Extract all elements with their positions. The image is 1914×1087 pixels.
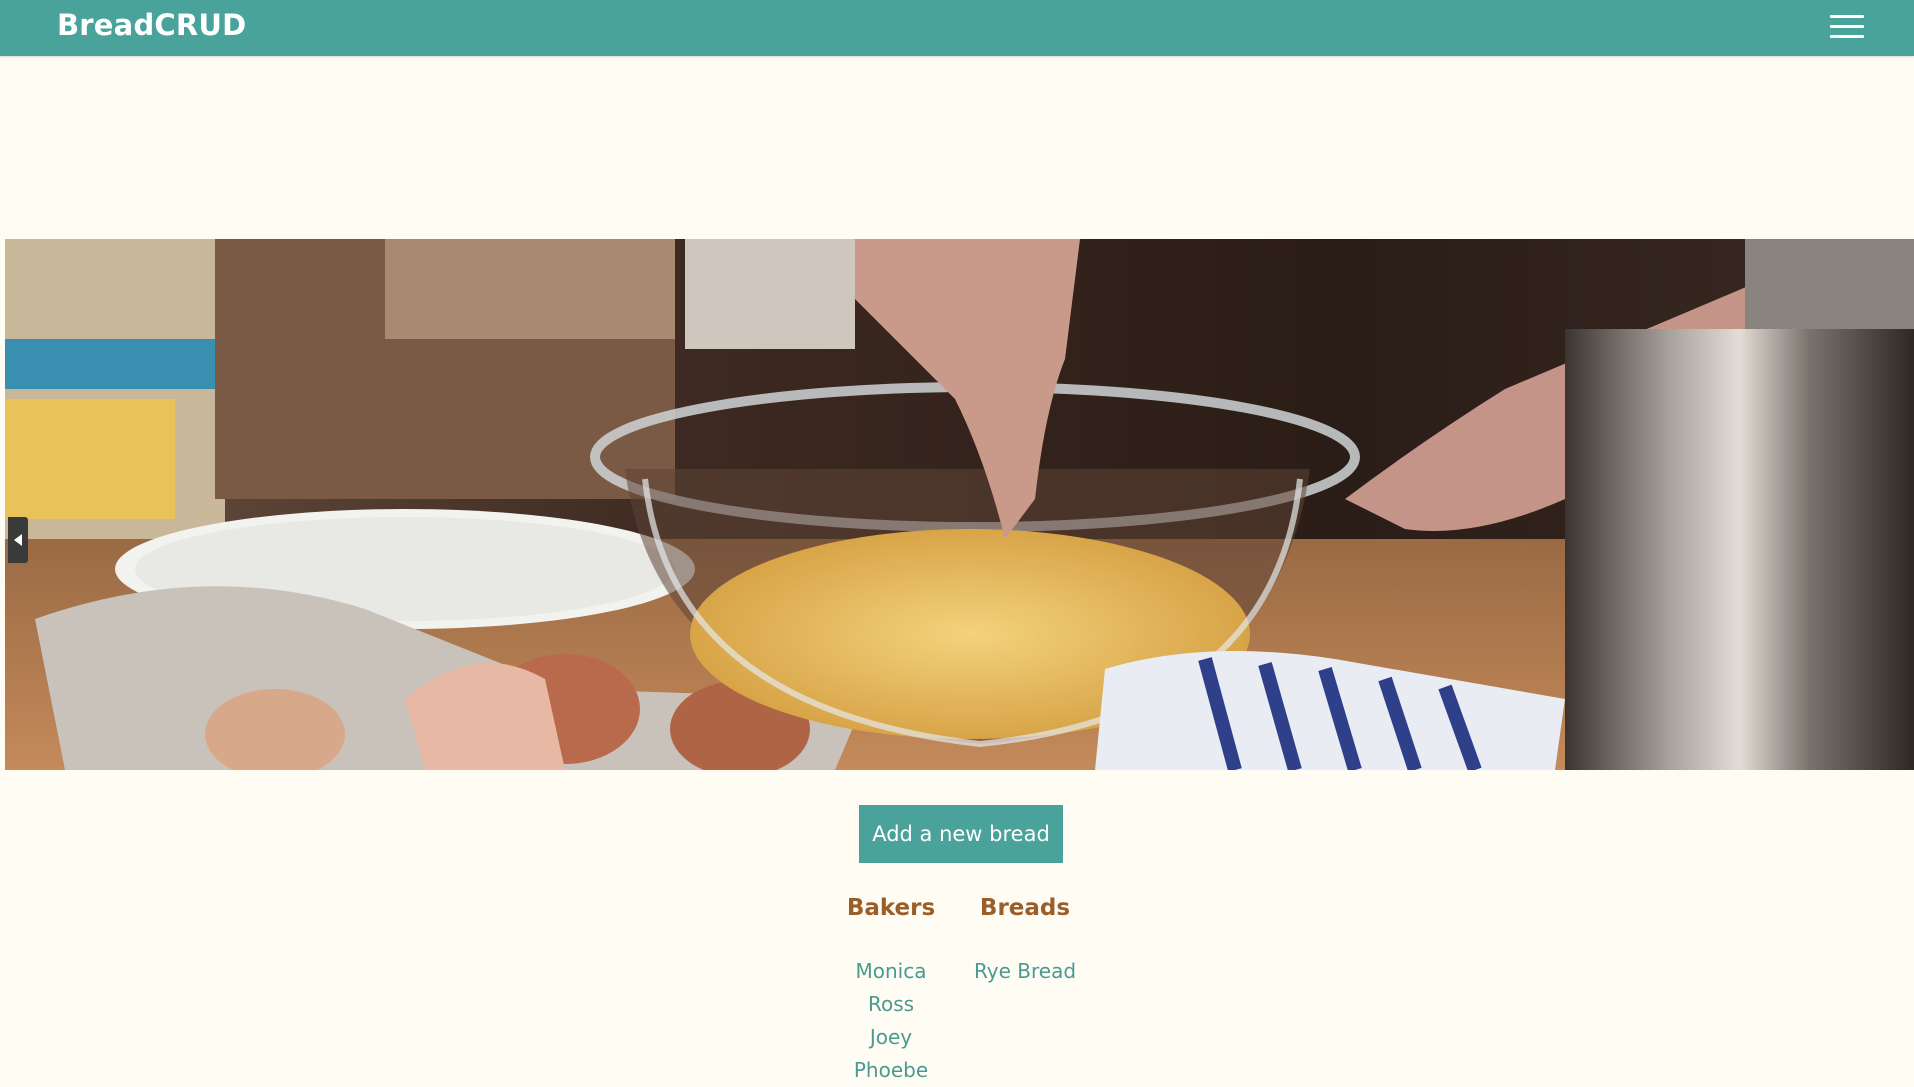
list-item[interactable]: Monica — [841, 955, 941, 988]
chevron-left-icon — [14, 534, 22, 546]
hamburger-menu-icon[interactable] — [1830, 12, 1864, 42]
breads-column: Breads Rye Bread — [962, 895, 1088, 988]
hero-image — [5, 239, 1914, 770]
baker-link[interactable]: Joey — [870, 1025, 912, 1049]
bakers-list: Monica Ross Joey Phoebe — [841, 955, 941, 1087]
breads-heading: Breads — [979, 895, 1071, 921]
list-item[interactable]: Phoebe — [841, 1054, 941, 1087]
bread-link[interactable]: Rye Bread — [974, 959, 1076, 983]
brand-link[interactable]: BreadCRUD — [57, 8, 246, 42]
list-item[interactable]: Rye Bread — [962, 955, 1088, 988]
baker-link[interactable]: Ross — [868, 992, 914, 1016]
list-item[interactable]: Joey — [841, 1021, 941, 1054]
add-bread-button[interactable]: Add a new bread — [859, 805, 1063, 863]
bakers-heading: Bakers — [846, 895, 936, 921]
breads-list: Rye Bread — [962, 955, 1088, 988]
carousel-prev-button[interactable] — [8, 517, 28, 563]
navbar: BreadCRUD — [0, 0, 1914, 56]
list-item[interactable]: Ross — [841, 988, 941, 1021]
bakers-column: Bakers Monica Ross Joey Phoebe — [841, 895, 941, 1087]
baker-link[interactable]: Monica — [856, 959, 927, 983]
baker-link[interactable]: Phoebe — [854, 1058, 928, 1082]
